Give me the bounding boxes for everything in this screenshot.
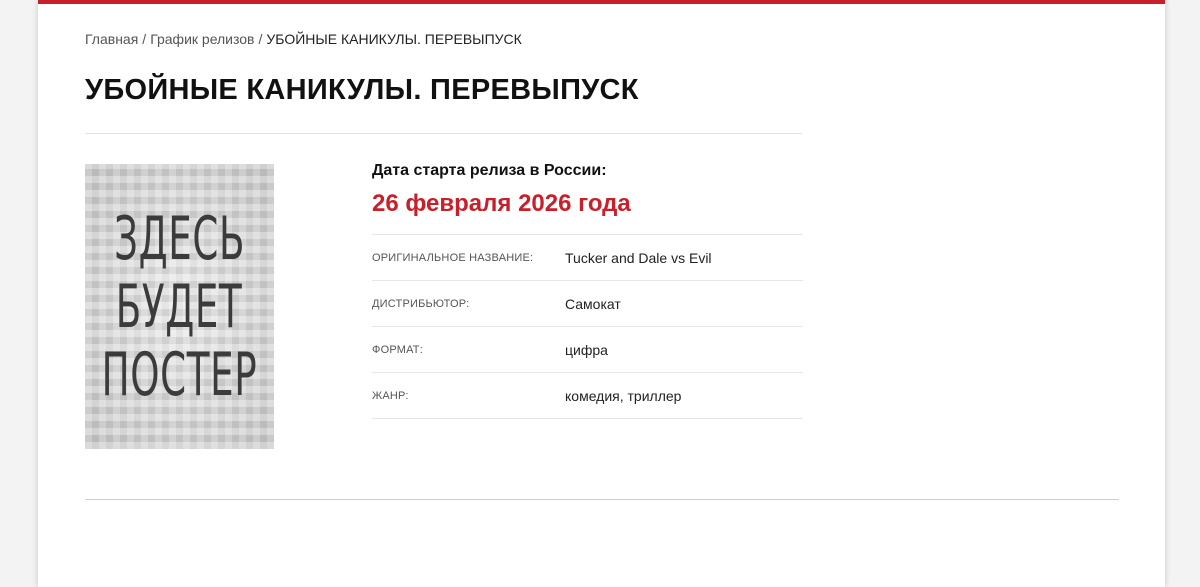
page-title: УБОЙНЫЕ КАНИКУЛЫ. ПЕРЕВЫПУСК (85, 74, 639, 106)
breadcrumb-separator: / (142, 31, 147, 47)
release-date-label: Дата старта релиза в России: (372, 162, 607, 179)
detail-label: ФОРМАТ: (372, 343, 423, 356)
release-info: Дата старта релиза в России: 26 февраля … (372, 160, 803, 419)
breadcrumb-current: УБОЙНЫЕ КАНИКУЛЫ. ПЕРЕВЫПУСК (266, 31, 522, 47)
detail-value: цифра (565, 341, 608, 358)
breadcrumb: Главная / График релизов / УБОЙНЫЕ КАНИКУЛЫ.… (85, 31, 522, 47)
poster-placeholder-image: ЗДЕСЬ БУДЕТ ПОСТЕР (85, 164, 274, 449)
title-divider (85, 133, 802, 134)
detail-value: комедия, триллер (565, 387, 682, 404)
detail-row-distributor: ДИСТРИБЬЮТОР: Самокат (372, 281, 803, 327)
breadcrumb-home-link[interactable]: Главная (85, 31, 138, 47)
detail-row-format: ФОРМАТ: цифра (372, 327, 803, 373)
release-date-value: 26 февраля 2026 года (372, 190, 631, 217)
detail-label: ДИСТРИБЬЮТОР: (372, 297, 470, 310)
detail-row-genre: ЖАНР: комедия, триллер (372, 373, 803, 419)
poster-text-line: ЗДЕСЬ (113, 203, 246, 274)
breadcrumb-separator: / (258, 31, 263, 47)
detail-value: Самокат (565, 295, 621, 312)
detail-row-original-title: ОРИГИНАЛЬНОЕ НАЗВАНИЕ: Tucker and Dale v… (372, 235, 803, 281)
breadcrumb-schedule-link[interactable]: График релизов (150, 31, 254, 47)
detail-label: ОРИГИНАЛЬНОЕ НАЗВАНИЕ: (372, 251, 534, 264)
page-container: Главная / График релизов / УБОЙНЫЕ КАНИКУЛЫ.… (38, 0, 1165, 587)
details-table: ОРИГИНАЛЬНОЕ НАЗВАНИЕ: Tucker and Dale v… (372, 234, 803, 419)
poster-text-line: ПОСТЕР (101, 339, 258, 410)
detail-label: ЖАНР: (372, 389, 409, 402)
content-divider (85, 499, 1119, 500)
poster-text-line: БУДЕТ (116, 271, 243, 342)
detail-value: Tucker and Dale vs Evil (565, 249, 712, 266)
top-accent-bar (38, 0, 1165, 4)
